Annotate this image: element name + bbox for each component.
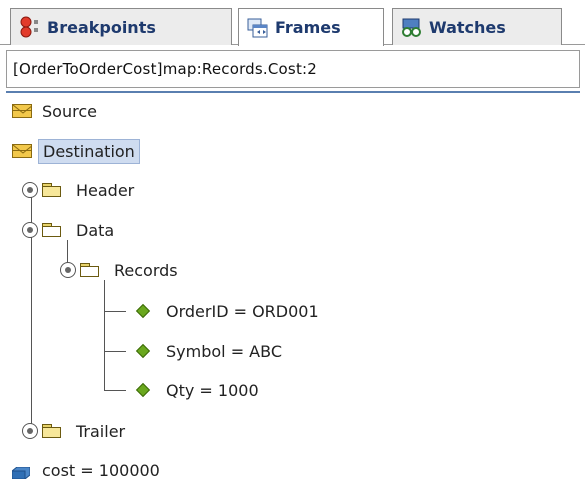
tree-connector — [104, 311, 126, 312]
tree-item-cost[interactable]: cost = 100000 — [11, 455, 164, 485]
open-folder-icon — [80, 263, 100, 277]
message-icon — [12, 104, 32, 118]
collapse-toggle-icon[interactable] — [22, 222, 38, 238]
open-folder-icon — [42, 223, 62, 237]
field-value-icon — [135, 382, 151, 398]
tree-item-trailer[interactable]: Trailer — [22, 416, 129, 446]
tree-connector — [104, 351, 126, 352]
tree-item-qty[interactable]: Qty = 1000 — [135, 375, 263, 405]
folder-icon — [42, 183, 62, 197]
tree-item-orderid[interactable]: OrderID = ORD001 — [135, 296, 323, 326]
message-icon — [12, 144, 32, 158]
tree-item-destination[interactable]: Destination — [12, 136, 140, 166]
collapse-toggle-icon[interactable] — [60, 262, 76, 278]
tree-item-header[interactable]: Header — [22, 175, 138, 205]
field-value-icon — [135, 343, 151, 359]
tree-item-label: OrderID = ORD001 — [166, 301, 319, 321]
tree-item-label: cost = 100000 — [42, 460, 160, 480]
tree-item-label: Destination — [38, 138, 140, 164]
tree-item-label: Data — [76, 220, 115, 240]
field-value-icon — [135, 303, 151, 319]
tree-item-label: Header — [76, 180, 135, 200]
tree-item-label: Source — [42, 101, 97, 121]
tree-item-data[interactable]: Data — [22, 215, 118, 245]
tree-item-symbol[interactable]: Symbol = ABC — [135, 336, 286, 366]
tree-item-records[interactable]: Records — [60, 255, 182, 285]
frame-tree: Source Destination Header Data Records O… — [0, 0, 585, 483]
tree-connector — [104, 390, 126, 391]
expand-toggle-icon[interactable] — [22, 182, 38, 198]
tab-frames[interactable]: Frames — [238, 8, 384, 46]
frames-icon — [247, 17, 269, 39]
folder-icon — [42, 424, 62, 438]
tree-item-label: Trailer — [76, 421, 126, 441]
tab-frames-label: Frames — [275, 18, 341, 37]
expand-toggle-icon[interactable] — [22, 423, 38, 439]
tree-connector — [104, 280, 105, 390]
tree-item-label: Records — [114, 260, 178, 280]
tree-item-label: Qty = 1000 — [166, 380, 259, 400]
variable-icon — [11, 464, 31, 480]
tree-item-source[interactable]: Source — [12, 96, 101, 126]
tree-item-label: Symbol = ABC — [166, 341, 282, 361]
